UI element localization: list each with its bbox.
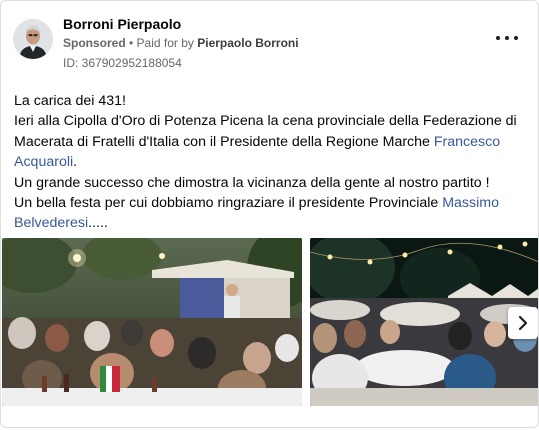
post-text-line2: Ieri alla Cipolla d'Oro di Potenza Picen… <box>14 111 526 172</box>
post-text-line4-body: Un bella festa per cui dobbiamo ringrazi… <box>14 195 443 212</box>
carousel-next-button[interactable] <box>508 307 538 339</box>
author-avatar[interactable] <box>13 19 53 59</box>
post-text-line4-end: ..... <box>88 215 108 232</box>
paid-for-name[interactable]: Pierpaolo Borroni <box>197 36 298 50</box>
dot <box>496 36 500 40</box>
author-name[interactable]: Borroni Pierpaolo <box>63 16 181 32</box>
post-text-line2-end: . <box>73 154 78 171</box>
post-text-line3: Un grande successo che dimostra la vicin… <box>14 174 490 191</box>
post-text: La carica dei 431! Ieri alla Cipolla d'O… <box>14 91 526 234</box>
dot <box>505 36 509 40</box>
event-dinner-photo-1 <box>2 238 302 406</box>
post-text-line1: La carica dei 431! <box>14 93 126 109</box>
sponsored-label[interactable]: Sponsored <box>63 36 126 50</box>
ad-id: ID: 367902952188054 <box>63 56 182 70</box>
three-dots-icon[interactable] <box>496 31 518 45</box>
author-avatar-image <box>13 19 53 59</box>
dot <box>514 36 518 40</box>
carousel-photo-2[interactable] <box>310 238 538 406</box>
paid-for-prefix: Paid for by <box>136 36 198 50</box>
sponsored-post-card: Borroni Pierpaolo Sponsored • Paid for b… <box>0 0 539 428</box>
post-text-line4: Un bella festa per cui dobbiamo ringrazi… <box>14 193 526 234</box>
event-dinner-photo-2 <box>310 238 538 406</box>
carousel-photo-1[interactable] <box>2 238 302 406</box>
meta-separator: • <box>125 36 137 50</box>
sponsored-meta: Sponsored • Paid for by Pierpaolo Borron… <box>63 36 299 50</box>
chevron-right-icon <box>518 315 528 331</box>
